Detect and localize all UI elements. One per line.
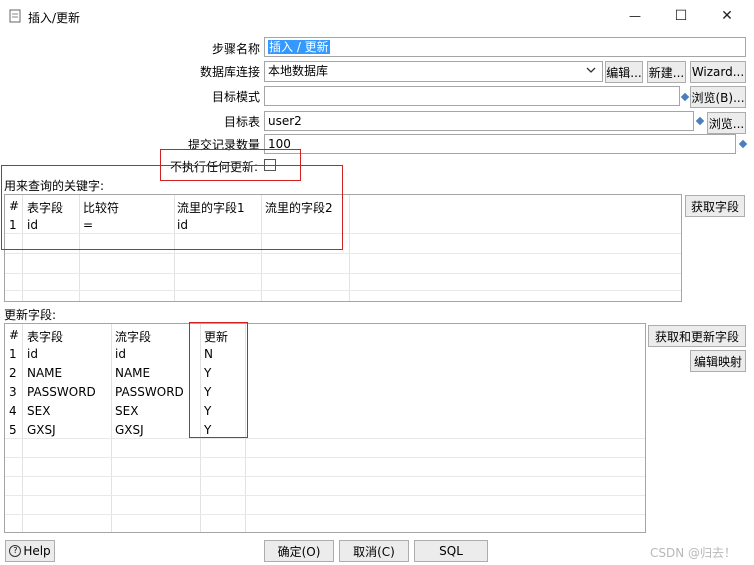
chevron-down-icon [586, 64, 596, 79]
maximize-button[interactable]: ☐ [658, 0, 704, 32]
column-header: 更新 [204, 330, 229, 344]
column-header: 流里的字段1 [177, 201, 245, 215]
target-table-value: user2 [268, 114, 302, 128]
row-number: 3 [9, 385, 17, 399]
table-cell[interactable]: id [27, 347, 38, 361]
row-number: 4 [9, 404, 17, 418]
commit-size-input[interactable]: 100 [264, 134, 736, 154]
table-cell[interactable]: Y [204, 366, 211, 380]
table-cell[interactable]: GXSJ [115, 423, 144, 437]
column-header: 流里的字段2 [265, 201, 333, 215]
get-update-fields-button[interactable]: 获取和更新字段 [648, 325, 746, 347]
window-title: 插入/更新 [28, 11, 81, 25]
table-cell[interactable]: N [204, 347, 213, 361]
table-cell[interactable]: NAME [115, 366, 150, 380]
step-name-value: 插入 / 更新 [268, 40, 330, 54]
target-schema-input[interactable] [264, 86, 680, 106]
column-header: 表字段 [27, 201, 64, 215]
close-icon: ✕ [721, 8, 733, 24]
document-icon [9, 9, 21, 23]
row-number: 1 [9, 218, 17, 232]
row-number: 1 [9, 347, 17, 361]
variable-icon [695, 116, 705, 126]
wizard-button[interactable]: Wizard... [690, 61, 746, 83]
help-icon: ? [9, 545, 22, 557]
table-cell[interactable]: Y [204, 385, 211, 399]
help-label: Help [23, 544, 51, 558]
table-cell[interactable]: SEX [115, 404, 138, 418]
title-bar: 插入/更新 — ☐ ✕ [0, 0, 754, 32]
db-conn-select[interactable]: 本地数据库 [264, 61, 603, 82]
target-table-label: 目标表 [223, 115, 260, 129]
watermark: CSDN @归去！ [650, 546, 737, 560]
variable-icon [738, 139, 748, 149]
step-name-label: 步骤名称 [211, 42, 260, 56]
no-update-label: 不执行任何更新: [170, 160, 259, 174]
column-header: 表字段 [27, 330, 64, 344]
update-table[interactable]: # 表字段 流字段 更新 1 id id N 2 NAME NAME Y 3 P… [4, 323, 646, 533]
no-update-checkbox[interactable] [264, 159, 276, 171]
sql-button[interactable]: SQL [414, 540, 488, 562]
browse-table-button[interactable]: 浏览... [707, 112, 746, 134]
keys-section-label: 用来查询的关键字: [4, 179, 105, 193]
edit-connection-button[interactable]: 编辑... [605, 61, 643, 83]
keys-table[interactable]: # 表字段 比较符 流里的字段1 流里的字段2 1 id = id [4, 194, 682, 302]
table-cell[interactable]: = [83, 218, 93, 232]
table-cell[interactable]: id [115, 347, 126, 361]
get-fields-button[interactable]: 获取字段 [685, 195, 745, 217]
target-schema-label: 目标模式 [211, 90, 260, 104]
help-button[interactable]: ? Help [5, 540, 55, 562]
table-cell[interactable]: PASSWORD [115, 385, 184, 399]
table-cell[interactable]: id [27, 218, 38, 232]
ok-button[interactable]: 确定(O) [264, 540, 334, 562]
maximize-icon: ☐ [674, 8, 688, 24]
target-table-input[interactable]: user2 [264, 111, 694, 131]
minimize-button[interactable]: — [612, 0, 658, 32]
table-cell[interactable]: Y [204, 423, 211, 437]
table-cell[interactable]: id [177, 218, 188, 232]
column-header: 流字段 [115, 330, 152, 344]
table-cell[interactable]: Y [204, 404, 211, 418]
table-cell[interactable]: PASSWORD [27, 385, 96, 399]
row-number: 5 [9, 423, 17, 437]
browse-schema-button[interactable]: 浏览(B)... [690, 86, 746, 108]
close-button[interactable]: ✕ [704, 0, 750, 32]
minimize-icon: — [629, 9, 641, 23]
commit-size-value: 100 [268, 137, 291, 151]
cancel-button[interactable]: 取消(C) [339, 540, 409, 562]
row-number: 2 [9, 366, 17, 380]
new-connection-button[interactable]: 新建... [647, 61, 686, 83]
table-cell[interactable]: NAME [27, 366, 62, 380]
column-header: 比较符 [83, 201, 120, 215]
table-cell[interactable]: GXSJ [27, 423, 56, 437]
table-cell[interactable]: SEX [27, 404, 50, 418]
column-header: # [9, 199, 20, 213]
column-header: # [9, 328, 20, 342]
variable-icon [680, 92, 690, 102]
db-conn-label: 数据库连接 [199, 65, 260, 79]
update-section-label: 更新字段: [4, 308, 57, 322]
commit-size-label: 提交记录数量 [187, 138, 260, 152]
edit-mapping-button[interactable]: 编辑映射 [690, 350, 746, 372]
db-conn-value: 本地数据库 [268, 64, 329, 78]
step-name-input[interactable]: 插入 / 更新 [264, 37, 746, 57]
